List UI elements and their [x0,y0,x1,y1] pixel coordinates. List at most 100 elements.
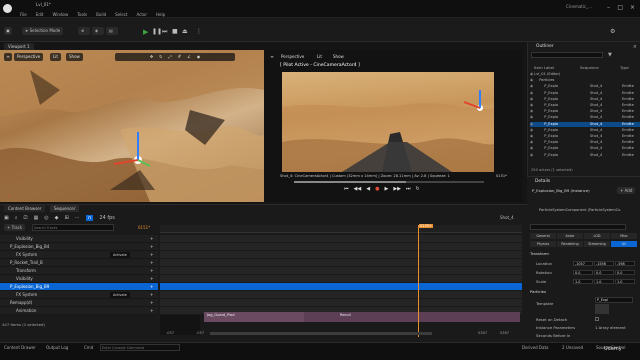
filter-tab-all[interactable]: All [611,240,637,247]
seq-snap-icon[interactable]: ⊞ [65,215,69,221]
output-log-button[interactable]: Output Log [46,345,68,350]
seq-grid-icon[interactable]: ⋯ [75,215,80,221]
timeline-scrollbar[interactable] [210,332,432,335]
perspective2-button[interactable]: Perspective [278,53,308,61]
save-icon[interactable]: ▣ [4,27,12,35]
next-frame-icon[interactable]: ▶▶ [393,186,401,192]
viewport-2[interactable]: ≡ Perspective Lit Show [ Pilot Active - … [264,50,522,202]
menu-edit[interactable]: Edit [36,12,44,17]
track-lane[interactable] [160,259,522,267]
close-icon[interactable]: × [630,4,635,11]
track-row[interactable]: Transform + [0,267,158,275]
outliner-row[interactable]: ◉ P_Explo Shot_4 Emitte [530,109,640,114]
perspective-button[interactable]: Perspective [14,53,44,61]
particles-header[interactable]: Particles [530,289,546,294]
scale-icon[interactable]: ⤢ [169,53,172,61]
filter-tab-misc[interactable]: Misc [611,233,637,239]
track-dropdown[interactable]: Activate [110,292,130,298]
seq-render-icon[interactable]: ◎ [44,215,48,221]
camera-speed-icon[interactable]: ◉ [197,53,201,61]
menu-file[interactable]: File [20,12,27,17]
angle-icon[interactable]: ∠ [187,53,191,61]
stop-icon[interactable]: ■ [172,28,178,35]
selection-mode-button[interactable]: ➤ Selection Mode [22,27,64,35]
filter-tab-rendering[interactable]: Rendering [557,240,583,247]
filter-tab-physics[interactable]: Physics [530,240,556,247]
track-lane[interactable] [160,243,522,251]
track-add-icon[interactable]: + [150,235,153,242]
filter-tab-general[interactable]: General [530,233,556,239]
track-row[interactable]: Visibility + [0,235,158,243]
seq-film-icon[interactable]: ▦ [34,215,39,221]
track-add-icon[interactable]: + [150,267,153,274]
time-ruler[interactable] [160,225,522,233]
cmd-button[interactable]: Cmd [84,345,93,350]
console-input[interactable]: Enter Console Command [100,344,180,351]
cinematics-button[interactable]: ▤ [106,27,118,35]
col-type[interactable]: Type [620,65,629,70]
track-row[interactable]: Remapp(d) + [0,299,158,307]
outliner-row[interactable]: ◉ Lvl_01 (Editor) [530,72,640,77]
level-tab[interactable]: Lvl_01* [36,2,51,7]
outliner-row[interactable]: ◉ P_Explo Shot_4 Emitte [530,97,640,102]
reset-checkbox[interactable] [595,317,599,321]
viewport-1[interactable]: ≡ Perspective Lit Show ✥ ↻ ⤢ # ∠ ◉ ⊥ [0,50,264,202]
anim-clip-left[interactable]: Jog_Guard_Pwd [204,312,304,322]
track-add-icon[interactable]: + [150,259,153,266]
filter-tab-lod[interactable]: LOD [584,233,610,239]
filter-tab-streaming[interactable]: Streaming [584,240,610,247]
skip-end-icon[interactable]: ⏭ [406,186,411,192]
maximize-icon[interactable]: □ [617,4,623,11]
outliner-row[interactable]: ◉ P_Explo Shot_4 Emitte [530,140,640,145]
filter-tab-actor[interactable]: Actor [557,233,583,239]
track-add-icon[interactable]: + [150,243,153,250]
viewport-menu-icon[interactable]: ≡ [4,53,12,61]
rotation-z[interactable]: 0.0 [615,270,635,275]
track-add-icon[interactable]: + [150,291,153,298]
outliner-row[interactable]: ◉ P_Explo Shot_4 Emitte [530,84,640,89]
track-lane[interactable] [160,299,522,307]
component-row[interactable]: ParticleSystemComponent (ParticleSystemC… [539,208,620,212]
track-add-icon[interactable]: + [150,307,153,314]
track-lane[interactable] [160,283,522,291]
outliner-row[interactable]: ◉ P_Explo Shot_4 Emitte [530,91,640,96]
range-end[interactable]: 0367 [478,331,487,335]
scrub-bar[interactable] [294,181,484,183]
outliner-row[interactable]: ◉ P_Explo Shot_4 Emitte [530,134,640,139]
seq-magnet-icon[interactable]: ∩ [85,215,94,221]
settings-icon[interactable]: ⚙ [610,28,615,35]
current-frame[interactable]: 0151* [138,225,150,230]
add-component-button[interactable]: + Add [617,187,636,194]
blueprint-button[interactable]: ◈ [92,27,104,35]
seq-camera-icon[interactable]: ⎚ [24,215,28,221]
outliner-row[interactable]: ◉ P_Explo Shot_4 Emitte [530,146,640,151]
lit-button[interactable]: Lit [50,53,61,61]
outliner-row[interactable]: ◉ P_Explo Shot_4 Emitte [530,153,640,158]
tab-sequencer[interactable]: Sequencer [50,205,80,212]
shot-breadcrumb[interactable]: Shot_4 [500,215,514,220]
rotate-icon[interactable]: ↻ [159,53,162,61]
play2-icon[interactable]: ▶ [384,186,388,192]
add-content-button[interactable]: ⊕ [78,27,90,35]
track-row[interactable]: P_Explosion_Big_B4 + [0,243,158,251]
content-drawer-button[interactable]: Content Drawer [4,345,36,350]
track-search-input[interactable]: Search Tracks [32,224,114,231]
track-add-icon[interactable]: + [150,283,153,290]
seq-key-icon[interactable]: ◆ [55,215,59,221]
options-icon[interactable]: ⋮ [196,28,202,35]
range-end-2[interactable]: 0367 [500,331,509,335]
menu-window[interactable]: Window [52,12,68,17]
show2-button[interactable]: Show [330,53,347,61]
track-row[interactable]: Animation + [0,307,158,315]
track-row[interactable]: FX System Activate + [0,251,158,259]
skip-start-icon[interactable]: ⏮ [344,186,349,192]
outliner-row[interactable]: ◉ P_Explo Shot_4 Emitte [530,128,640,133]
outliner-row[interactable]: ◉ P_Explo Shot_4 Emitte [530,121,640,127]
track-row[interactable]: P_Explosion_Big_B9 + [0,283,158,291]
track-lane[interactable] [160,291,522,299]
scale-y[interactable]: 1.0 [594,279,614,284]
menu-build[interactable]: Build [96,12,106,17]
track-add-icon[interactable]: + [150,299,153,306]
track-lane[interactable] [160,235,522,243]
menu-tools[interactable]: Tools [77,12,87,17]
